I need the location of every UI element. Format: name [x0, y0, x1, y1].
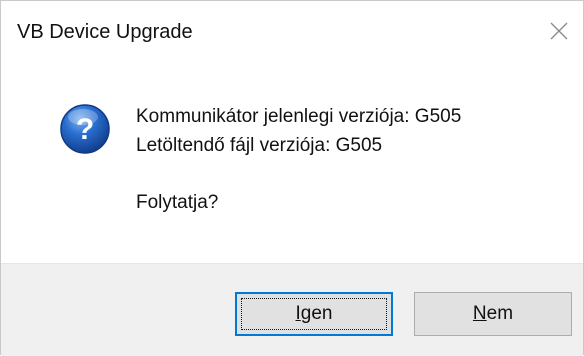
no-mnemonic: N [472, 303, 487, 324]
window-title: VB Device Upgrade [17, 21, 193, 43]
yes-label-rest: gen [300, 303, 333, 324]
no-button[interactable]: Nem [414, 292, 572, 336]
no-button-label: Nem [473, 303, 513, 325]
yes-button[interactable]: Igen [235, 292, 393, 336]
question-icon: ? [60, 104, 110, 154]
no-label-rest: em [486, 303, 514, 324]
svg-text:?: ? [76, 113, 94, 146]
title-bar[interactable]: VB Device Upgrade [1, 1, 583, 63]
dialog-window: VB Device Upgrade ? Kommunikátor jelenle… [0, 0, 584, 356]
close-button[interactable] [541, 11, 577, 51]
message-area: ? Kommunikátor jelenlegi verziója: G505 … [1, 63, 583, 263]
continue-prompt: Folytatja? [136, 192, 219, 213]
download-version-text: Letöltendő fájl verziója: G505 [136, 135, 383, 156]
yes-button-label: Igen [296, 303, 333, 325]
close-icon [550, 22, 568, 40]
button-bar: Igen Nem [1, 263, 583, 356]
current-version-text: Kommunikátor jelenlegi verziója: G505 [136, 106, 462, 127]
